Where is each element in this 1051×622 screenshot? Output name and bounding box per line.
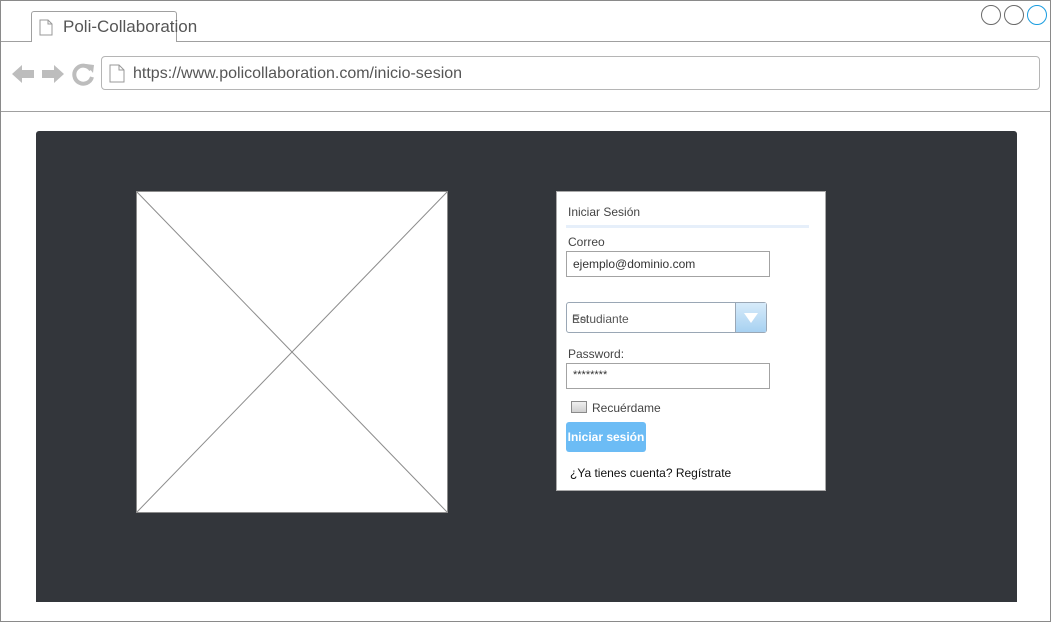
tab-title: Poli-Collaboration xyxy=(63,17,198,36)
url-text: https://www.policollaboration.com/inicio… xyxy=(133,65,463,82)
browser-window: Poli-Collaboration https://www.policolla… xyxy=(0,0,1051,622)
close-button[interactable] xyxy=(1027,5,1047,25)
email-label: Correo xyxy=(568,235,605,249)
dropdown-button[interactable] xyxy=(735,303,766,332)
tab-bar: Poli-Collaboration xyxy=(1,1,1050,42)
role-select[interactable]: Rol Estudiante xyxy=(566,302,767,333)
page-canvas: Iniciar Sesión Correo ejemplo@dominio.co… xyxy=(36,131,1017,602)
remember-label: Recuérdame xyxy=(592,401,661,415)
forward-arrow-icon[interactable] xyxy=(41,62,65,86)
back-arrow-icon[interactable] xyxy=(11,62,35,86)
login-form: Iniciar Sesión Correo ejemplo@dominio.co… xyxy=(556,191,826,491)
email-field[interactable]: ejemplo@dominio.com xyxy=(566,251,770,277)
page-icon xyxy=(109,64,125,83)
password-label: Password: xyxy=(568,347,625,361)
address-bar[interactable]: https://www.policollaboration.com/inicio… xyxy=(101,56,1040,90)
image-placeholder xyxy=(136,191,448,513)
document-icon xyxy=(39,19,53,36)
remember-checkbox[interactable] xyxy=(571,401,587,413)
register-link[interactable]: ¿Ya tienes cuenta? Regístrate xyxy=(570,466,731,480)
role-selected-value: Estudiante xyxy=(572,312,629,326)
reload-icon[interactable] xyxy=(72,62,96,86)
navigation-bar: https://www.policollaboration.com/inicio… xyxy=(1,42,1050,112)
maximize-button[interactable] xyxy=(1004,5,1024,25)
browser-tab[interactable]: Poli-Collaboration xyxy=(31,11,197,42)
window-controls xyxy=(981,5,1047,25)
login-title: Iniciar Sesión xyxy=(568,205,641,219)
placeholder-cross-icon xyxy=(137,192,447,512)
password-field[interactable]: ******** xyxy=(566,363,770,389)
minimize-button[interactable] xyxy=(981,5,1001,25)
login-button[interactable]: Iniciar sesión xyxy=(566,422,646,452)
title-divider xyxy=(566,225,809,228)
chevron-down-icon xyxy=(744,313,758,323)
